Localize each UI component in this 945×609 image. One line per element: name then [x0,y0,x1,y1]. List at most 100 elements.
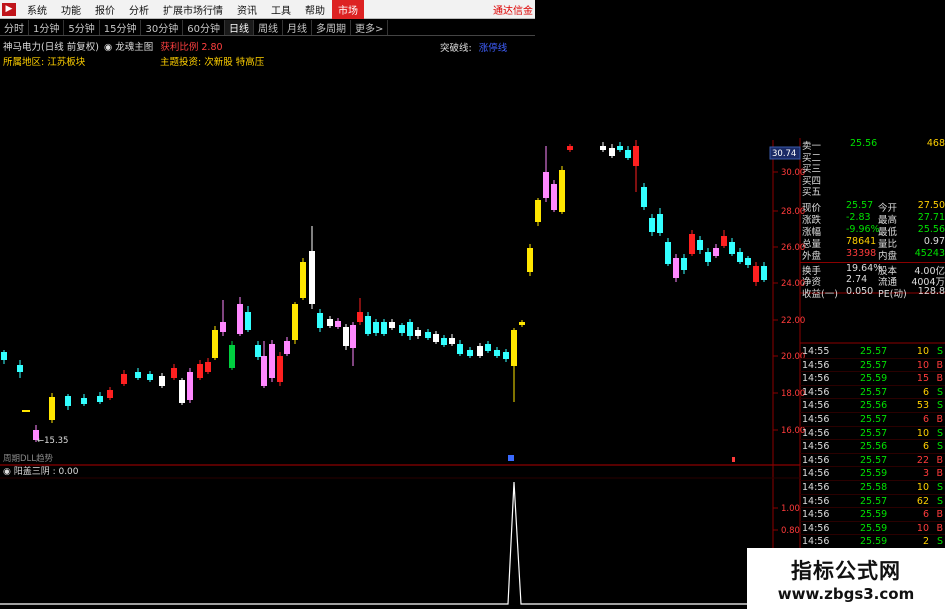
candle-body[interactable] [212,330,218,358]
candle-body[interactable] [559,170,565,212]
candle-body[interactable] [457,344,463,354]
candle-body[interactable] [721,236,727,246]
candle-body[interactable] [519,322,525,325]
candle-body[interactable] [527,248,533,272]
candle-body[interactable] [373,322,379,333]
candle-body[interactable] [617,146,623,150]
candle-body[interactable] [107,390,113,398]
menu-news[interactable]: 资讯 [230,2,264,17]
candle-body[interactable] [399,325,405,333]
menu-analysis[interactable]: 分析 [122,2,156,17]
menu-quote[interactable]: 报价 [88,2,122,17]
candle-body[interactable] [245,312,251,330]
candle-body[interactable] [535,200,541,222]
candle-body[interactable] [625,150,631,158]
menu-market[interactable]: 市场 [332,0,364,19]
candle-body[interactable] [179,380,185,403]
candle-body[interactable] [147,374,153,380]
candle-body[interactable] [689,234,695,254]
candle-body[interactable] [229,345,235,368]
tab-monthly[interactable]: 月线 [283,20,312,35]
tab-60min[interactable]: 60分钟 [183,20,225,35]
candle-body[interactable] [567,146,573,150]
candle-body[interactable] [381,322,387,334]
candle-body[interactable] [753,266,759,282]
menu-tools[interactable]: 工具 [264,2,298,17]
candle-body[interactable] [665,242,671,264]
candle-body[interactable] [284,341,290,354]
candle-body[interactable] [317,313,323,328]
candle-body[interactable] [485,344,491,351]
menu-help[interactable]: 帮助 [298,2,332,17]
stock-title[interactable]: 神马电力(日线 前复权) [3,42,99,53]
candle-body[interactable] [159,376,165,386]
tab-daily[interactable]: 日线 [224,20,254,35]
candle-body[interactable] [600,146,606,150]
candle-body[interactable] [205,362,211,372]
candle-body[interactable] [467,350,473,356]
candle-body[interactable] [494,350,500,356]
tab-multi-period[interactable]: 多周期 [312,20,351,35]
candle-body[interactable] [543,172,549,198]
candle-body[interactable] [300,262,306,298]
candle-body[interactable] [729,242,735,254]
candle-body[interactable] [1,352,7,360]
candle-body[interactable] [761,266,767,280]
candle-body[interactable] [121,374,127,384]
candle-body[interactable] [65,396,71,406]
candle-body[interactable] [551,184,557,210]
candle-body[interactable] [17,365,23,372]
menu-ext-market[interactable]: 扩展市场行情 [156,2,230,17]
menu-function[interactable]: 功能 [54,2,88,17]
candle-body[interactable] [633,146,639,166]
candle-body[interactable] [350,325,356,348]
candle-body[interactable] [135,372,141,378]
candle-body[interactable] [657,214,663,233]
candle-body[interactable] [681,258,687,270]
book-row[interactable]: 买五 [800,184,945,198]
candle-body[interactable] [649,218,655,232]
candle-body[interactable] [197,364,203,378]
candle-body[interactable] [477,346,483,356]
candle-body[interactable] [365,316,371,334]
candle-body[interactable] [269,344,275,378]
tab-5min[interactable]: 5分钟 [64,20,100,35]
indicator-name[interactable]: 龙魂主图 [115,42,153,53]
candle-body[interactable] [511,330,517,366]
candle-body[interactable] [357,312,363,322]
candle-body[interactable] [433,334,439,342]
candle-body[interactable] [449,338,455,344]
candle-body[interactable] [187,372,193,400]
candle-body[interactable] [327,319,333,326]
candle-body[interactable] [697,240,703,250]
tab-1min[interactable]: 1分钟 [29,20,65,35]
candle-body[interactable] [407,322,413,336]
candle-body[interactable] [237,304,243,334]
tab-timeshare[interactable]: 分时 [0,20,29,35]
candle-body[interactable] [389,322,395,328]
candle-body[interactable] [441,338,447,345]
tab-more[interactable]: 更多> [351,20,389,35]
candle-body[interactable] [277,356,283,382]
candle-body[interactable] [81,398,87,404]
tab-30min[interactable]: 30分钟 [141,20,184,35]
book-row[interactable]: 买四 [800,173,945,187]
tab-weekly[interactable]: 周线 [254,20,283,35]
candle-body[interactable] [255,345,261,357]
candle-body[interactable] [425,332,431,338]
candle-body[interactable] [745,258,751,265]
candle-body[interactable] [415,330,421,336]
candle-body[interactable] [503,352,509,359]
candle-body[interactable] [609,148,615,156]
candle-body[interactable] [292,304,298,340]
book-row[interactable]: 买二 [800,150,945,164]
candle-body[interactable] [309,251,315,304]
candle-body[interactable] [713,248,719,256]
candle-body[interactable] [49,397,55,420]
candle-body[interactable] [705,252,711,262]
sub-indicator-label[interactable]: ◉ 阳盖三阴 : 0.00 [3,465,79,477]
book-row[interactable]: 买三 [800,161,945,175]
candle-body[interactable] [641,187,647,207]
menu-system[interactable]: 系统 [20,2,54,17]
candle-body[interactable] [220,322,226,332]
